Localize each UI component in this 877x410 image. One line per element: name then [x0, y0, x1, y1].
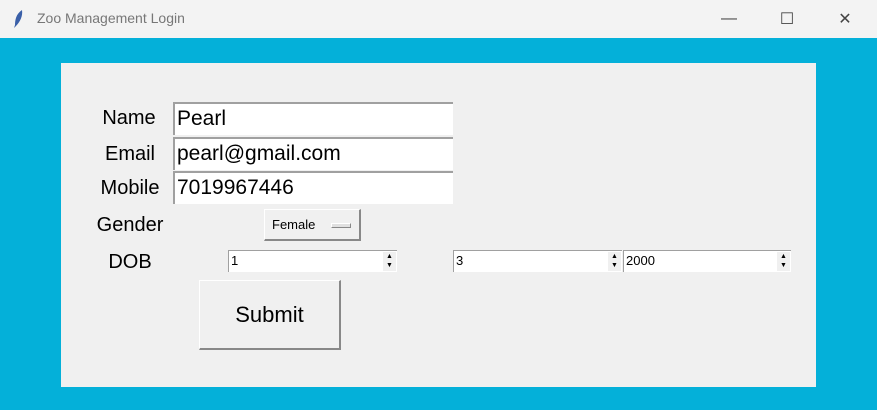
- close-button[interactable]: ✕: [822, 0, 868, 38]
- dob-year-value: 2000: [626, 253, 655, 268]
- mobile-label: Mobile: [100, 177, 160, 199]
- submit-button[interactable]: Submit: [199, 280, 341, 350]
- name-label: Name: [102, 107, 156, 129]
- dob-month-spinbox[interactable]: 3 ▲ ▼: [453, 250, 622, 272]
- minimize-icon: —: [721, 10, 737, 27]
- title-bar: Zoo Management Login — ☐ ✕: [0, 0, 877, 38]
- gender-dropdown[interactable]: Female: [264, 209, 361, 241]
- window-title: Zoo Management Login: [37, 10, 185, 26]
- email-input[interactable]: pearl@gmail.com: [173, 137, 453, 170]
- dob-day-spinbox[interactable]: 1 ▲ ▼: [228, 250, 397, 272]
- spin-up-icon[interactable]: ▲: [383, 252, 396, 261]
- spin-up-icon[interactable]: ▲: [777, 252, 790, 261]
- spin-down-icon[interactable]: ▼: [777, 261, 790, 270]
- gender-label: Gender: [96, 214, 164, 236]
- gender-value: Female: [272, 217, 316, 232]
- close-icon: ✕: [838, 11, 852, 28]
- dob-label: DOB: [108, 251, 152, 273]
- spin-down-icon[interactable]: ▼: [383, 261, 396, 270]
- dob-day-value: 1: [231, 253, 239, 268]
- dropdown-indicator-icon: [331, 223, 351, 228]
- mobile-input[interactable]: 7019967446: [173, 171, 453, 204]
- spin-up-icon[interactable]: ▲: [608, 252, 621, 261]
- name-input[interactable]: Pearl: [173, 102, 453, 135]
- spin-down-icon[interactable]: ▼: [608, 261, 621, 270]
- maximize-icon: ☐: [779, 11, 795, 28]
- dob-month-value: 3: [456, 253, 464, 268]
- dob-year-spinbox[interactable]: 2000 ▲ ▼: [623, 250, 791, 272]
- minimize-button[interactable]: —: [706, 0, 752, 38]
- feather-icon: [14, 10, 23, 28]
- maximize-button[interactable]: ☐: [764, 0, 810, 38]
- email-label: Email: [104, 143, 155, 165]
- submit-label: Submit: [235, 301, 304, 327]
